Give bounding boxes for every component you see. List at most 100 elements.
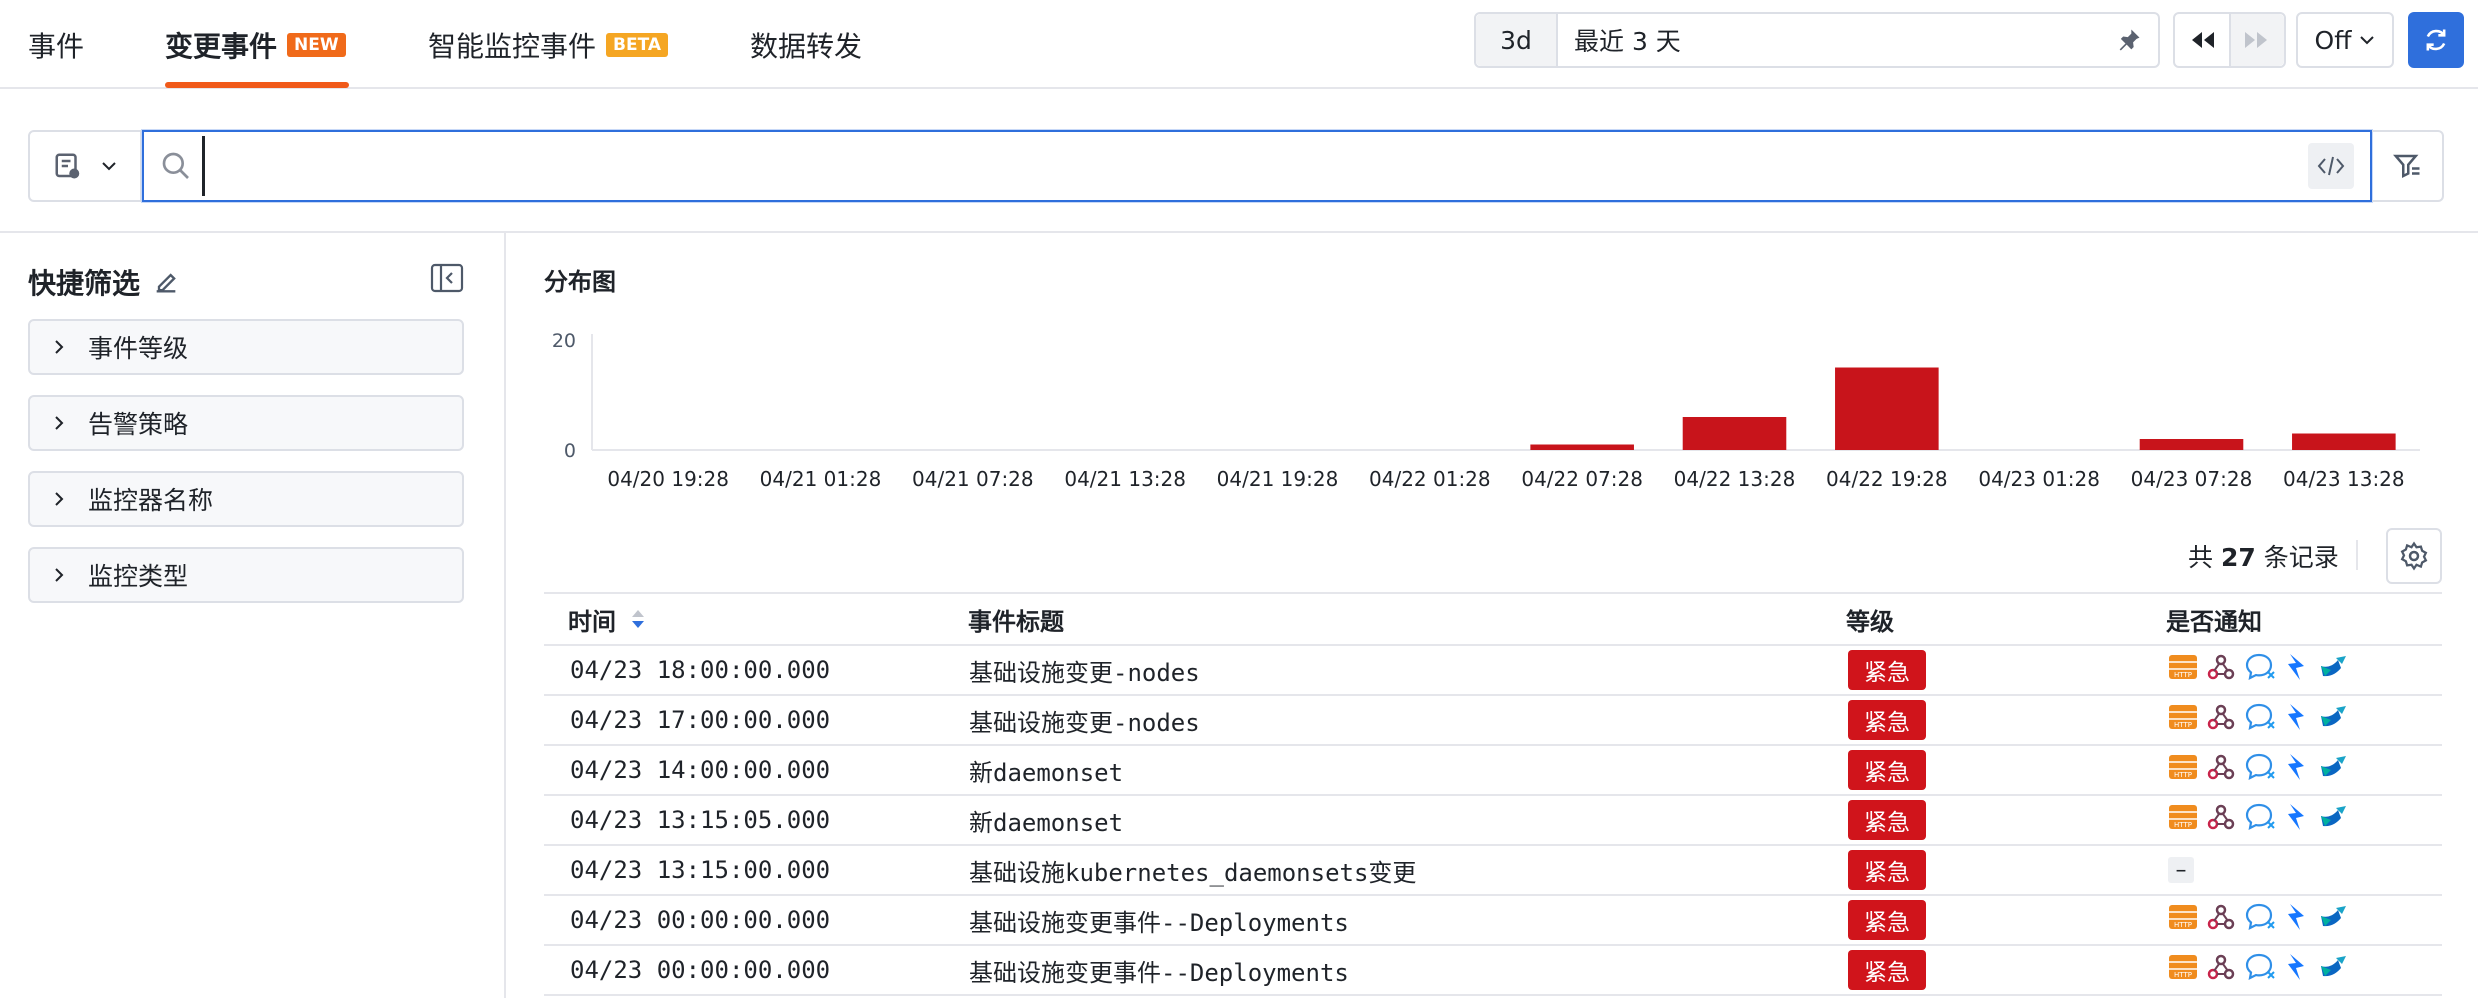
table-row[interactable]: 04/23 00:00:00.000 基础设施变更事件--Deployments 紧…	[544, 896, 2442, 946]
code-mode-button[interactable]	[2308, 143, 2354, 189]
svg-text:HTTP: HTTP	[2174, 721, 2192, 729]
filter-label: 事件等级	[88, 334, 189, 363]
auto-refresh-select[interactable]: Off	[2296, 12, 2394, 68]
http-icon[interactable]: HTTP	[2168, 702, 2198, 738]
query-type-select[interactable]	[28, 130, 142, 202]
cell-title[interactable]: 基础设施kubernetes_daemonsets变更	[969, 846, 1416, 894]
table-row[interactable]: 04/23 13:15:05.000 新daemonset 紧急 HTTP	[544, 796, 2442, 846]
cell-notify: HTTP	[2168, 896, 2350, 944]
filter-level[interactable]: 事件等级	[28, 319, 464, 375]
feishu-icon[interactable]	[2284, 952, 2310, 988]
http-icon[interactable]: HTTP	[2168, 802, 2198, 838]
chart-bar[interactable]	[2292, 433, 2396, 451]
feishu-icon[interactable]	[2284, 702, 2310, 738]
cell-title[interactable]: 新daemonset	[969, 796, 1123, 844]
feishu-icon[interactable]	[2284, 802, 2310, 838]
cell-time: 04/23 14:00:00.000	[570, 756, 831, 784]
advanced-filter-button[interactable]	[2372, 130, 2444, 202]
http-icon[interactable]: HTTP	[2168, 752, 2198, 788]
feishu-icon[interactable]	[2284, 752, 2310, 788]
chevron-down-icon	[2360, 36, 2375, 45]
tab-data-forwarding[interactable]: 数据转发	[750, 0, 862, 89]
chat-bubble-icon[interactable]	[2244, 652, 2276, 688]
http-icon[interactable]: HTTP	[2168, 652, 2198, 688]
table-row[interactable]: 04/23 13:15:00.000 基础设施kubernetes_daemons…	[544, 846, 2442, 896]
pin-icon[interactable]	[2100, 26, 2158, 54]
time-range-label[interactable]: 最近 3 天	[1558, 22, 2100, 58]
table-row[interactable]: 04/23 17:00:00.000 基础设施变更-nodes 紧急 HTTP	[544, 696, 2442, 746]
collapse-sidebar-icon[interactable]	[430, 263, 464, 297]
x-tick-label: 04/22 13:28	[1674, 467, 1796, 491]
refresh-button[interactable]	[2408, 12, 2464, 68]
feishu-icon[interactable]	[2284, 652, 2310, 688]
svg-text:HTTP: HTTP	[2174, 921, 2192, 929]
chat-bubble-icon[interactable]	[2244, 902, 2276, 938]
chart-bar[interactable]	[1835, 367, 1939, 451]
top-nav: 事件 变更事件 NEW 智能监控事件 BETA 数据转发 3d 最近 3 天 Off	[0, 0, 2478, 89]
time-range-picker[interactable]: 3d 最近 3 天	[1474, 12, 2160, 68]
tab-label: 变更事件	[165, 29, 278, 63]
http-icon[interactable]: HTTP	[2168, 952, 2198, 988]
table-row[interactable]: 04/23 00:00:00.000 基础设施变更事件--Deployments 紧…	[544, 946, 2442, 996]
cell-level: 紧急	[1848, 646, 1926, 694]
cell-time: 04/23 00:00:00.000	[570, 906, 831, 934]
http-icon[interactable]: HTTP	[2168, 902, 2198, 938]
cell-title[interactable]: 基础设施变更-nodes	[969, 696, 1200, 744]
filter-alert-strategy[interactable]: 告警策略	[28, 395, 464, 451]
webhook-icon[interactable]	[2206, 802, 2236, 838]
search-input[interactable]	[202, 136, 2308, 196]
divider	[504, 233, 506, 998]
tab-smart-monitor-events[interactable]: 智能监控事件 BETA	[428, 0, 669, 89]
code-icon	[2317, 156, 2345, 176]
cell-level: 紧急	[1848, 796, 1926, 844]
rewind-icon[interactable]	[2175, 14, 2229, 66]
chat-bubble-icon[interactable]	[2244, 702, 2276, 738]
feishu-icon[interactable]	[2284, 902, 2310, 938]
cell-title[interactable]: 基础设施变更事件--Deployments	[969, 896, 1349, 944]
webhook-icon[interactable]	[2206, 952, 2236, 988]
notify-icons: HTTP	[2168, 752, 2350, 788]
cell-title[interactable]: 基础设施变更-nodes	[969, 646, 1200, 694]
events-table: 时间 事件标题 等级 是否通知 04/23 18:00:00.000 基础设施变更…	[544, 592, 2442, 996]
filter-monitor-type[interactable]: 监控类型	[28, 547, 464, 603]
dingtalk-icon[interactable]	[2318, 652, 2350, 688]
chat-bubble-icon[interactable]	[2244, 802, 2276, 838]
dingtalk-icon[interactable]	[2318, 702, 2350, 738]
dingtalk-icon[interactable]	[2318, 802, 2350, 838]
column-header-time[interactable]: 时间	[568, 594, 646, 644]
table-settings-button[interactable]	[2386, 528, 2442, 584]
svg-text:HTTP: HTTP	[2174, 821, 2192, 829]
tab-label: 数据转发	[750, 29, 863, 63]
filter-monitor-name[interactable]: 监控器名称	[28, 471, 464, 527]
chart-bar[interactable]	[2139, 439, 2244, 450]
dingtalk-icon[interactable]	[2318, 952, 2350, 988]
time-range-short[interactable]: 3d	[1476, 14, 1558, 66]
cell-title[interactable]: 新daemonset	[969, 746, 1123, 794]
fast-forward-icon[interactable]	[2228, 14, 2284, 66]
chart-bar[interactable]	[1530, 444, 1634, 451]
chat-bubble-icon[interactable]	[2244, 952, 2276, 988]
chart-bar[interactable]	[1682, 417, 1787, 450]
table-row[interactable]: 04/23 18:00:00.000 基础设施变更-nodes 紧急 HTTP	[544, 646, 2442, 696]
x-tick-label: 04/21 13:28	[1064, 467, 1186, 491]
dingtalk-icon[interactable]	[2318, 752, 2350, 788]
x-tick-label: 04/21 19:28	[1217, 467, 1339, 491]
chat-bubble-icon[interactable]	[2244, 752, 2276, 788]
chevron-right-icon	[30, 415, 88, 431]
edit-icon[interactable]	[152, 268, 180, 296]
webhook-icon[interactable]	[2206, 652, 2236, 688]
chevron-right-icon	[30, 491, 88, 507]
webhook-icon[interactable]	[2206, 902, 2236, 938]
sort-icon[interactable]	[630, 608, 646, 630]
webhook-icon[interactable]	[2206, 752, 2236, 788]
filter-label: 监控类型	[88, 562, 189, 591]
tab-change-events[interactable]: 变更事件 NEW	[165, 0, 346, 89]
tab-events[interactable]: 事件	[28, 0, 84, 89]
webhook-icon[interactable]	[2206, 702, 2236, 738]
dingtalk-icon[interactable]	[2318, 902, 2350, 938]
cell-notify: HTTP	[2168, 946, 2350, 994]
quick-filter-title: 快捷筛选	[28, 262, 180, 302]
table-row[interactable]: 04/23 14:00:00.000 新daemonset 紧急 HTTP	[544, 746, 2442, 796]
level-badge: 紧急	[1848, 800, 1926, 840]
cell-title[interactable]: 基础设施变更事件--Deployments	[969, 946, 1349, 994]
